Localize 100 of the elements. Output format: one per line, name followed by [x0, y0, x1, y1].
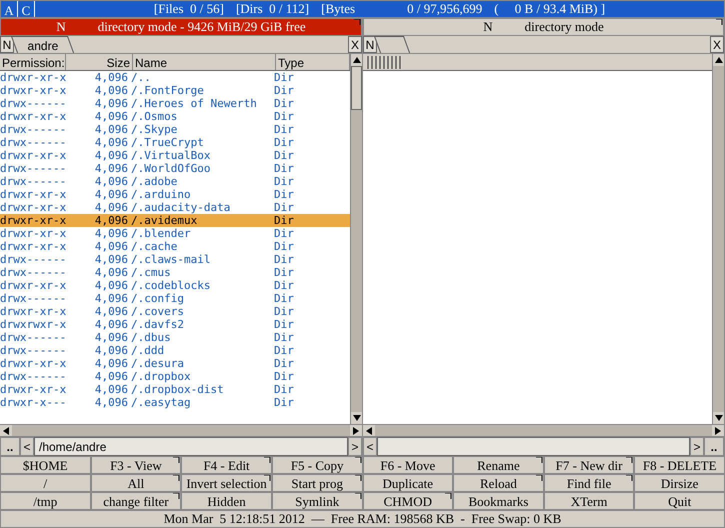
- file-row[interactable]: drwxr-xr-x 4,096 /.. Dir: [0, 71, 350, 84]
- permission-cell-text: drwx------: [0, 97, 68, 110]
- command-button[interactable]: /tmp: [0, 492, 91, 510]
- file-row[interactable]: drwxr-xr-x 4,096 /.audacity-data Dir: [0, 201, 350, 214]
- file-row[interactable]: drwx------ 4,096 /.Skype Dir: [0, 123, 350, 136]
- close-tab-button[interactable]: X: [710, 36, 724, 53]
- file-row[interactable]: drwxr-xr-x 4,096 /.codeblocks Dir: [0, 279, 350, 292]
- file-row[interactable]: drwx------ 4,096 /.adobe Dir: [0, 175, 350, 188]
- command-button[interactable]: Dirsize: [634, 474, 725, 492]
- vertical-scrollbar[interactable]: [712, 54, 724, 424]
- permission-cell-text: drwx------: [0, 123, 68, 136]
- file-row[interactable]: drwx------ 4,096 /.cmus Dir: [0, 266, 350, 279]
- file-row[interactable]: drwxr-xr-x 4,096 /.Osmos Dir: [0, 110, 350, 123]
- file-row[interactable]: drwxr-xr-x 4,096 /.VirtualBox Dir: [0, 149, 350, 162]
- horizontal-scrollbar[interactable]: [363, 424, 724, 436]
- permission-cell-text: drwx------: [0, 331, 68, 344]
- scroll-down-icon[interactable]: [351, 412, 362, 424]
- close-tab-button[interactable]: X: [348, 36, 362, 53]
- scroll-up-icon[interactable]: [351, 54, 362, 66]
- command-button[interactable]: F3 - View: [90, 456, 182, 474]
- command-button[interactable]: Reload: [453, 474, 544, 492]
- bytes-label: [Bytes: [321, 0, 356, 18]
- command-button[interactable]: F5 - Copy: [272, 456, 362, 474]
- command-button[interactable]: $HOME: [0, 456, 91, 474]
- type-cell: Dir: [274, 357, 294, 370]
- type-cell: Dir: [274, 175, 294, 188]
- command-button[interactable]: All: [90, 474, 182, 492]
- scroll-up-icon[interactable]: [713, 54, 724, 66]
- file-row[interactable]: drwxr-xr-x 4,096 /.avidemux Dir: [0, 214, 350, 227]
- command-button[interactable]: change filter: [90, 492, 182, 510]
- folder-tab[interactable]: andre: [10, 36, 74, 53]
- path-field[interactable]: [377, 437, 690, 456]
- command-button[interactable]: F4 - Edit: [181, 456, 272, 474]
- command-button[interactable]: /: [0, 474, 91, 492]
- name-cell-text: /.VirtualBox: [131, 149, 212, 162]
- permission-cell-text: drwx------: [0, 292, 68, 305]
- folder-tab[interactable]: [374, 36, 410, 53]
- panel-header[interactable]: N directory mode: [363, 18, 724, 36]
- command-button[interactable]: Hidden: [181, 492, 272, 510]
- file-row[interactable]: drwxr-xr-x 4,096 /.cache Dir: [0, 240, 350, 253]
- permission-cell-text: drwxr-xr-x: [0, 357, 68, 370]
- file-row[interactable]: drwxrwxr-x 4,096 /.davfs2 Dir: [0, 318, 350, 331]
- new-tab-button[interactable]: N: [0, 36, 14, 53]
- new-tab-button[interactable]: N: [363, 36, 377, 53]
- history-forward-button[interactable]: >: [690, 437, 704, 456]
- command-button[interactable]: F8 - DELETE: [634, 456, 725, 474]
- column-header[interactable]: Name: [133, 54, 276, 70]
- permission-cell-text: drwxr-xr-x: [0, 201, 68, 214]
- file-row[interactable]: drwx------ 4,096 /.dbus Dir: [0, 331, 350, 344]
- command-button[interactable]: Duplicate: [362, 474, 454, 492]
- command-button[interactable]: Find file: [544, 474, 634, 492]
- file-row[interactable]: drwxr-xr-x 4,096 /.desura Dir: [0, 357, 350, 370]
- command-button[interactable]: F7 - New dir: [544, 456, 634, 474]
- file-row[interactable]: drwx------ 4,096 /.TrueCrypt Dir: [0, 136, 350, 149]
- scroll-right-icon[interactable]: [350, 425, 362, 436]
- file-row[interactable]: drwx------ 4,096 /.claws-mail Dir: [0, 253, 350, 266]
- command-button[interactable]: Start prog: [272, 474, 362, 492]
- name-cell-text: /.Osmos: [131, 110, 178, 123]
- file-row[interactable]: drwx------ 4,096 /.dropbox Dir: [0, 370, 350, 383]
- scroll-down-icon[interactable]: [713, 412, 724, 424]
- scroll-left-icon[interactable]: [0, 425, 12, 436]
- file-row[interactable]: drwxr-xr-x 4,096 /.covers Dir: [0, 305, 350, 318]
- command-button[interactable]: F6 - Move: [362, 456, 454, 474]
- command-button[interactable]: Symlink: [272, 492, 362, 510]
- mode-button[interactable]: C: [18, 1, 35, 17]
- file-row[interactable]: drwx------ 4,096 /.Heroes of Newerth Dir: [0, 97, 350, 110]
- status-bar: Mon Mar 5 12:18:51 2012 — Free RAM: 198568 KB - Free Swap: 0 KB: [0, 510, 725, 528]
- file-row[interactable]: drwx------ 4,096 /.config Dir: [0, 292, 350, 305]
- file-row[interactable]: drwxr-xr-x 4,096 /.arduino Dir: [0, 188, 350, 201]
- panel-header[interactable]: N directory mode - 9426 MiB/29 GiB free: [0, 18, 362, 36]
- size-cell-text: 4,096: [94, 97, 129, 110]
- command-button[interactable]: Rename: [453, 456, 544, 474]
- command-button[interactable]: Invert selection: [181, 474, 272, 492]
- type-cell: Dir: [274, 344, 294, 357]
- parent-dir-button[interactable]: ..: [0, 437, 20, 456]
- history-back-button[interactable]: <: [363, 437, 377, 456]
- mode-button[interactable]: A: [1, 1, 18, 17]
- command-button[interactable]: Quit: [634, 492, 725, 510]
- file-row[interactable]: drwxr-xr-x 4,096 /.FontForge Dir: [0, 84, 350, 97]
- file-row[interactable]: drwxr-xr-x 4,096 /.blender Dir: [0, 227, 350, 240]
- column-header[interactable]: Permission:: [0, 54, 66, 70]
- parent-dir-button[interactable]: ..: [704, 437, 724, 456]
- history-forward-button[interactable]: >: [348, 437, 362, 456]
- scroll-right-icon[interactable]: [712, 425, 724, 436]
- command-button[interactable]: Bookmarks: [453, 492, 544, 510]
- command-button[interactable]: CHMOD: [362, 492, 454, 510]
- file-row[interactable]: drwxr-x--- 4,096 /.easytag Dir: [0, 396, 350, 409]
- file-row[interactable]: drwx------ 4,096 /.WorldOfGoo Dir: [0, 162, 350, 175]
- column-header[interactable]: Size: [66, 54, 133, 70]
- file-row[interactable]: drwxr-xr-x 4,096 /.dropbox-dist Dir: [0, 383, 350, 396]
- vertical-scrollbar[interactable]: [350, 54, 362, 424]
- name-cell-text: /.covers: [131, 305, 185, 318]
- scroll-thumb[interactable]: [351, 66, 362, 110]
- command-button[interactable]: XTerm: [544, 492, 634, 510]
- file-row[interactable]: drwx------ 4,096 /.ddd Dir: [0, 344, 350, 357]
- type-cell: Dir: [274, 383, 294, 396]
- history-back-button[interactable]: <: [20, 437, 34, 456]
- scroll-left-icon[interactable]: [363, 425, 375, 436]
- path-field[interactable]: /home/andre: [34, 437, 348, 456]
- horizontal-scrollbar[interactable]: [0, 424, 362, 436]
